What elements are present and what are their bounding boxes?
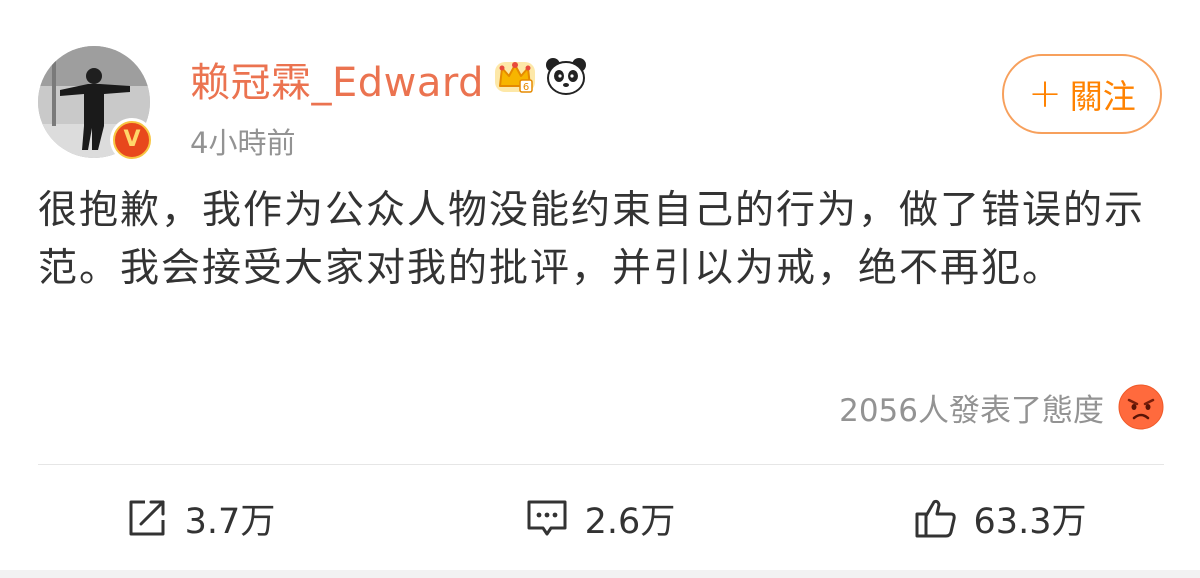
reaction-count-text: 2056人發表了態度	[839, 392, 1104, 429]
like-button[interactable]: 63.3万	[800, 466, 1200, 570]
svg-text:6: 6	[523, 82, 529, 93]
post-content: 很抱歉，我作为公众人物没能约束自己的行为，做了错误的示范。我会接受大家对我的批评…	[38, 188, 1146, 291]
verified-badge: V	[110, 118, 154, 162]
comment-icon	[527, 500, 567, 536]
comment-count: 2.6万	[584, 501, 676, 542]
angry-face-icon	[1118, 384, 1164, 430]
author-name[interactable]: 赖冠霖_Edward	[190, 50, 484, 108]
reaction-summary[interactable]: 2056人發表了態度	[839, 384, 1164, 430]
crown-badge-icon[interactable]: 6	[492, 56, 538, 96]
repost-icon	[129, 500, 165, 536]
comment-button[interactable]: 2.6万	[400, 466, 800, 570]
post-timestamp: 4小時前	[190, 126, 296, 160]
verified-v-icon: V	[113, 121, 151, 159]
like-count: 63.3万	[973, 501, 1087, 542]
repost-count: 3.7万	[184, 501, 276, 542]
panda-badge-icon[interactable]	[544, 56, 588, 96]
follow-button-label: 關注	[1069, 77, 1136, 116]
action-bar: 3.7万 2.6万 63.3万	[0, 466, 1200, 570]
plus-icon: +	[1028, 71, 1062, 117]
thumbs-up-icon	[915, 499, 956, 538]
bottom-separator	[0, 570, 1200, 578]
weibo-post-card: V 赖冠霖_Edward 6 4小時前 + 關注 很抱歉，我作为公众人物没能约束…	[0, 0, 1200, 578]
repost-button[interactable]: 3.7万	[0, 466, 400, 570]
divider	[38, 464, 1164, 465]
follow-button[interactable]: + 關注	[1002, 54, 1162, 134]
